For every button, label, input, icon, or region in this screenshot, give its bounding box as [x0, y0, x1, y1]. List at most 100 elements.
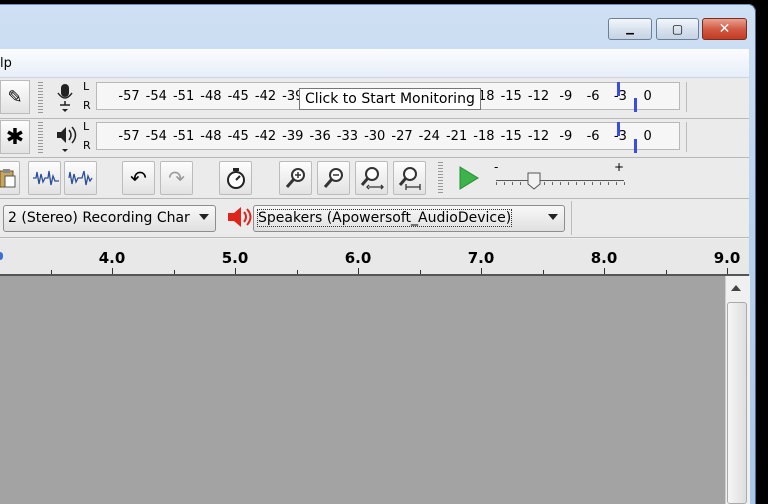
undo-button[interactable]: ↶: [122, 161, 155, 195]
fit-selection-button[interactable]: [355, 161, 388, 195]
slider-plus-label: +: [614, 160, 625, 174]
clipboard-icon: [0, 169, 16, 188]
toolbar-grip[interactable]: [438, 162, 443, 194]
toolbar-grip[interactable]: [38, 82, 43, 114]
playback-meter[interactable]: -57 -54 -51 -48 -45 -42 -39 -36 -33 -30 -27 -24 -21-…: [96, 122, 680, 150]
stopwatch-icon: [226, 168, 245, 189]
slider-thumb[interactable]: [527, 172, 541, 190]
play-meter-tick-label: -45: [227, 129, 249, 144]
close-button[interactable]: ✕: [702, 18, 747, 40]
scroll-up-arrow-icon[interactable]: [731, 285, 741, 291]
slider-tick: [608, 182, 609, 185]
play-meter-tick-label: -33: [336, 129, 359, 144]
ruler-major-tick: [481, 268, 482, 274]
draw-tool-button[interactable]: ✎: [0, 80, 30, 114]
play-meter-l-label: L: [83, 120, 90, 133]
ruler-label: 8.0: [590, 249, 618, 267]
track-area[interactable]: [0, 276, 725, 504]
play-icon: [459, 166, 479, 190]
slider-tick: [616, 182, 617, 185]
zoom-out-button[interactable]: [317, 161, 350, 195]
trim-button[interactable]: [28, 161, 61, 195]
play-meter-r-label: R: [83, 139, 91, 152]
play-meter-tick-label: -39: [282, 129, 304, 144]
slider-tick: [560, 182, 561, 185]
fit-project-button[interactable]: [393, 161, 426, 195]
rec-meter-tick-label: -45: [227, 89, 249, 104]
ruler-major-tick: [727, 268, 728, 274]
silence-audio-icon: [67, 170, 93, 186]
slider-tick: [576, 182, 577, 185]
play-meter-tick-label: -30: [364, 129, 386, 144]
maximize-icon: ▢: [671, 22, 684, 36]
rec-meter-tick-label: 0: [643, 89, 652, 104]
play-meter-tick-label: -12: [527, 129, 550, 144]
rec-meter-tick-label: -48: [200, 89, 222, 104]
zoom-in-button[interactable]: [279, 161, 312, 195]
fit-project-icon: [398, 167, 421, 190]
rec-meter-tick-label: -12: [527, 89, 550, 104]
play-meter-tick-label: -9: [559, 129, 573, 144]
close-icon: ✕: [718, 21, 731, 37]
redo-button[interactable]: ↷: [160, 161, 193, 195]
play-meter-tick-label: -3: [613, 129, 627, 144]
zoom-in-icon: [285, 168, 305, 188]
rec-meter-l-label: L: [83, 80, 90, 93]
play-meter-tick-label: -15: [500, 129, 522, 144]
undo-icon: ↶: [130, 166, 147, 190]
fit-selection-icon: [360, 167, 384, 190]
trim-audio-icon: [32, 170, 59, 186]
play-meter-tick-label: -57: [118, 129, 140, 144]
multi-tool-button[interactable]: ✱: [0, 120, 30, 154]
ruler-minor-tick: [173, 270, 175, 274]
meter-separator: [686, 122, 687, 152]
maximize-button[interactable]: ▢: [656, 18, 699, 40]
silence-button[interactable]: [64, 161, 97, 195]
toolbar-grip[interactable]: [38, 122, 43, 154]
scrollbar-thumb[interactable]: [727, 302, 747, 504]
timeline-ruler[interactable]: 4.0 5.0 6.0 7.0 8.0 9.0: [0, 239, 749, 276]
play-speed-slider[interactable]: - +: [492, 160, 632, 196]
minimize-button[interactable]: ▁: [608, 18, 652, 40]
menu-help[interactable]: lp: [0, 56, 12, 71]
ruler-label: 6.0: [344, 249, 372, 267]
ruler-label: 9.0: [713, 249, 741, 267]
asterisk-icon: ✱: [5, 124, 25, 150]
meter-separator: [686, 82, 687, 112]
rec-meter-tick-label: -9: [559, 89, 573, 104]
slider-tick: [520, 182, 521, 185]
rec-meter-tick-label: -15: [500, 89, 522, 104]
slider-tick: [552, 182, 553, 185]
ruler-minor-tick: [50, 270, 52, 274]
sync-lock-button[interactable]: [219, 161, 252, 195]
menu-bar: [0, 49, 749, 78]
slider-tick: [624, 182, 625, 185]
recording-channels-select[interactable]: 2 (Stereo) Recording Char: [3, 205, 216, 232]
rec-meter-r-label: R: [83, 99, 91, 112]
slider-tick: [600, 182, 601, 185]
slider-tick: [544, 182, 545, 185]
device-separator: [571, 201, 572, 235]
ruler-label: 5.0: [221, 249, 249, 267]
play-meter-tick-label: 0: [643, 129, 652, 144]
rec-meter-tick-label: -42: [254, 89, 277, 104]
microphone-icon: [57, 84, 73, 112]
slider-tick: [568, 182, 569, 185]
play-meter-tick-label: -18: [473, 129, 495, 144]
zoom-out-icon: [323, 168, 343, 188]
play-meter-tick-label: -54: [145, 129, 167, 144]
play-meter-tick-label: -51: [172, 129, 195, 144]
speaker-meter-button[interactable]: [52, 120, 80, 154]
play-at-speed-button[interactable]: [450, 162, 486, 194]
rec-meter-tick-label: -6: [586, 89, 600, 104]
play-meter-peak-r: [634, 139, 637, 153]
slider-minus-label: -: [494, 160, 499, 174]
redo-icon: ↷: [168, 166, 185, 190]
play-meter-peak-l: [617, 122, 620, 136]
paste-button[interactable]: [0, 161, 20, 195]
playback-device-select[interactable]: Speakers (Apowersoft_AudioDevice): [253, 205, 565, 232]
microphone-meter-button[interactable]: [52, 80, 80, 114]
rec-meter-tick-label: -3: [613, 89, 627, 104]
play-meter-tick-label: -48: [200, 129, 222, 144]
recording-channels-value: 2 (Stereo) Recording Char: [8, 210, 190, 226]
